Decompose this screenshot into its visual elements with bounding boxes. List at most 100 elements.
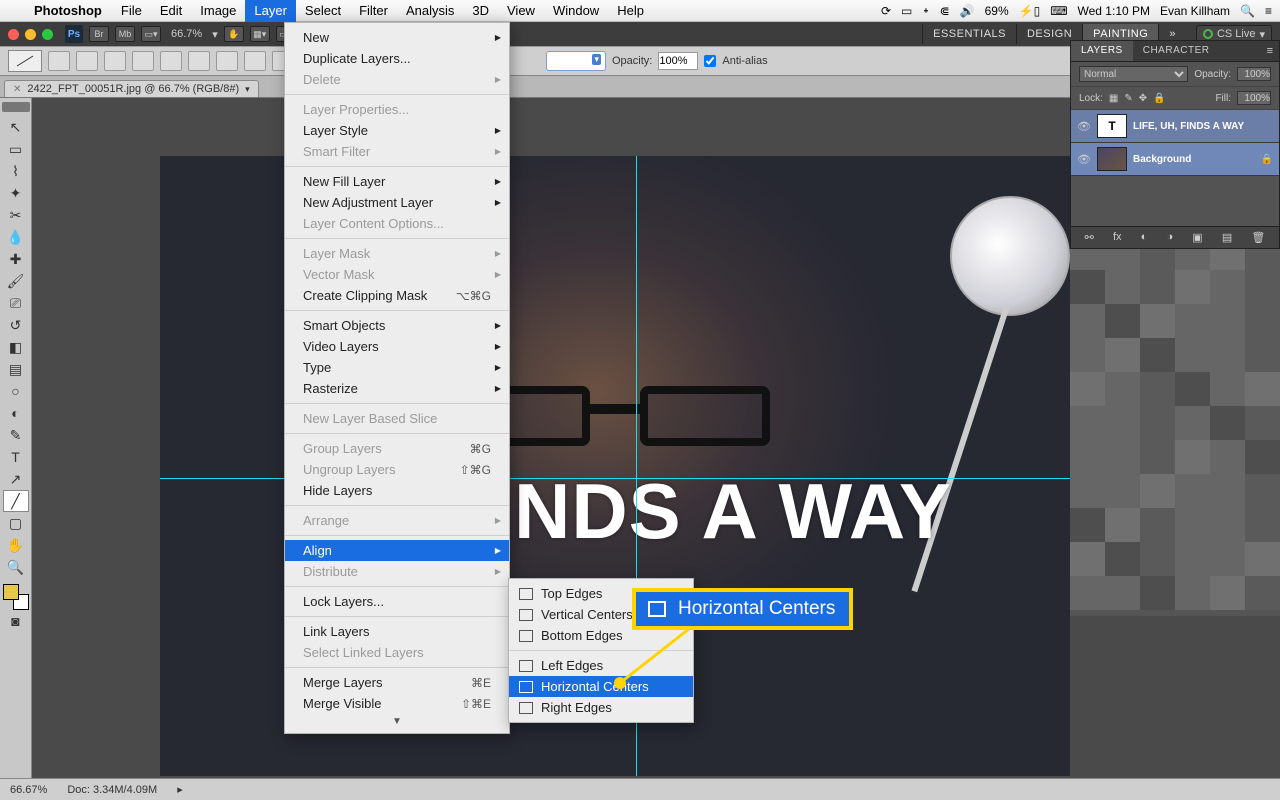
blur-tool-icon[interactable]: ○ <box>3 380 29 402</box>
layer-background[interactable]: 👁 Background 🔒 <box>1071 143 1279 176</box>
menu-item-align[interactable]: Align <box>285 540 509 561</box>
tools-grip[interactable] <box>2 102 30 112</box>
menu-view[interactable]: View <box>498 0 544 22</box>
style-select[interactable] <box>546 51 606 71</box>
view-extras-icon[interactable]: ▭▾ <box>141 26 161 42</box>
sync-icon[interactable]: ⟳ <box>881 4 891 18</box>
airplay-icon[interactable]: ▭ <box>901 4 912 18</box>
healing-tool-icon[interactable]: ✚ <box>3 248 29 270</box>
hand-tool-icon[interactable]: ✋ <box>3 534 29 556</box>
menu-help[interactable]: Help <box>608 0 653 22</box>
clock[interactable]: Wed 1:10 PM <box>1078 4 1150 18</box>
status-doc[interactable]: Doc: 3.34M/4.09M <box>67 784 157 796</box>
menu-analysis[interactable]: Analysis <box>397 0 463 22</box>
layer-name[interactable]: LIFE, UH, FINDS A WAY <box>1133 121 1273 132</box>
notes-tool-icon[interactable]: ▢ <box>3 512 29 534</box>
wifi-icon[interactable]: ⋐ <box>940 4 950 18</box>
line-cap5-icon[interactable] <box>160 51 182 71</box>
layer-name[interactable]: Background <box>1133 154 1255 165</box>
workspace-essentials[interactable]: ESSENTIALS <box>922 24 1016 44</box>
menu-item-create-clipping-mask[interactable]: Create Clipping Mask⌥⌘G <box>285 285 509 306</box>
opacity-input[interactable] <box>658 52 698 70</box>
arrange-icon[interactable]: ▦▾ <box>250 26 270 42</box>
menu-select[interactable]: Select <box>296 0 350 22</box>
menu-window[interactable]: Window <box>544 0 608 22</box>
menu-3d[interactable]: 3D <box>463 0 498 22</box>
menu-item-rasterize[interactable]: Rasterize <box>285 378 509 399</box>
marquee-tool-icon[interactable]: ▭ <box>3 138 29 160</box>
type-tool-icon[interactable]: T <box>3 446 29 468</box>
close-icon[interactable]: ✕ <box>13 84 21 95</box>
traffic-lights[interactable] <box>8 29 53 40</box>
mask-icon[interactable]: ◐ <box>1141 231 1148 244</box>
spotlight-icon[interactable]: 🔍 <box>1240 4 1255 18</box>
menu-item-video-layers[interactable]: Video Layers <box>285 336 509 357</box>
menu-image[interactable]: Image <box>191 0 245 22</box>
volume-icon[interactable]: 🔊 <box>960 4 975 18</box>
lasso-tool-icon[interactable]: ⌇ <box>3 160 29 182</box>
menu-layer[interactable]: Layer <box>245 0 296 22</box>
crop-tool-icon[interactable]: ✂ <box>3 204 29 226</box>
lock-trans-icon[interactable]: ▦ <box>1109 93 1118 104</box>
antialias-checkbox[interactable] <box>704 55 716 67</box>
line-cap8-icon[interactable] <box>244 51 266 71</box>
eye-icon[interactable]: 👁 <box>1077 153 1091 166</box>
dodge-tool-icon[interactable]: ◐ <box>3 402 29 424</box>
menu-item-lock-layers-[interactable]: Lock Layers... <box>285 591 509 612</box>
lock-paint-icon[interactable]: ✎ <box>1124 93 1132 104</box>
bridge-icon[interactable]: Br <box>89 26 109 42</box>
menu-item-layer-style[interactable]: Layer Style <box>285 120 509 141</box>
status-zoom[interactable]: 66.67% <box>10 784 47 796</box>
app-name[interactable]: Photoshop <box>24 3 112 18</box>
line-cap2-icon[interactable] <box>76 51 98 71</box>
history-brush-icon[interactable]: ↺ <box>3 314 29 336</box>
panel-opacity-input[interactable] <box>1237 67 1271 81</box>
gradient-tool-icon[interactable]: ▤ <box>3 358 29 380</box>
tab-character[interactable]: CHARACTER <box>1133 41 1220 61</box>
new-layer-icon[interactable]: ▤ <box>1222 231 1232 244</box>
menu-item-link-layers[interactable]: Link Layers <box>285 621 509 642</box>
quickmask-icon[interactable]: ◙ <box>3 610 29 632</box>
zoom-tool-icon[interactable]: 🔍 <box>3 556 29 578</box>
menu-item-merge-layers[interactable]: Merge Layers⌘E <box>285 672 509 693</box>
move-tool-icon[interactable]: ↖ <box>3 116 29 138</box>
trash-icon[interactable]: 🗑 <box>1251 231 1265 244</box>
lock-all-icon[interactable]: 🔒 <box>1153 93 1165 104</box>
align-right-edges[interactable]: Right Edges <box>509 697 693 718</box>
menu-item-new-fill-layer[interactable]: New Fill Layer <box>285 171 509 192</box>
stamp-tool-icon[interactable]: ⎚ <box>3 292 29 314</box>
menu-item-duplicate-layers-[interactable]: Duplicate Layers... <box>285 48 509 69</box>
zoom-level[interactable]: 66.7% <box>171 28 202 40</box>
wand-tool-icon[interactable]: ✦ <box>3 182 29 204</box>
link-icon[interactable]: ⚯ <box>1085 231 1094 244</box>
adjust-icon[interactable]: ◑ <box>1166 231 1173 244</box>
line-cap6-icon[interactable] <box>188 51 210 71</box>
group-icon[interactable]: ▣ <box>1192 231 1202 244</box>
layer-text[interactable]: 👁 T LIFE, UH, FINDS A WAY <box>1071 110 1279 143</box>
menu-filter[interactable]: Filter <box>350 0 397 22</box>
eraser-tool-icon[interactable]: ◧ <box>3 336 29 358</box>
menu-file[interactable]: File <box>112 0 151 22</box>
fx-icon[interactable]: fx <box>1113 231 1122 244</box>
line-cap1-icon[interactable] <box>48 51 70 71</box>
line-cap4-icon[interactable] <box>132 51 154 71</box>
line-cap7-icon[interactable] <box>216 51 238 71</box>
line-cap3-icon[interactable] <box>104 51 126 71</box>
menu-item-smart-objects[interactable]: Smart Objects <box>285 315 509 336</box>
eye-icon[interactable]: 👁 <box>1077 120 1091 133</box>
minibridge-icon[interactable]: Mb <box>115 26 135 42</box>
tab-layers[interactable]: LAYERS <box>1071 41 1133 61</box>
input-icon[interactable]: ⌨ <box>1050 4 1067 18</box>
notifications-icon[interactable]: ≡ <box>1265 4 1272 18</box>
bluetooth-icon[interactable]: ᛭ <box>922 4 929 18</box>
menu-item-merge-visible[interactable]: Merge Visible⇧⌘E <box>285 693 509 714</box>
menu-edit[interactable]: Edit <box>151 0 191 22</box>
brush-tool-icon[interactable]: 🖌 <box>3 270 29 292</box>
line-tool-icon[interactable]: ╱ <box>3 490 29 512</box>
path-tool-icon[interactable]: ↗ <box>3 468 29 490</box>
eyedropper-tool-icon[interactable]: 💧 <box>3 226 29 248</box>
menu-item-type[interactable]: Type <box>285 357 509 378</box>
menu-item-new[interactable]: New <box>285 27 509 48</box>
hand-icon[interactable]: ✋ <box>224 26 244 42</box>
panel-fill-input[interactable] <box>1237 91 1271 105</box>
